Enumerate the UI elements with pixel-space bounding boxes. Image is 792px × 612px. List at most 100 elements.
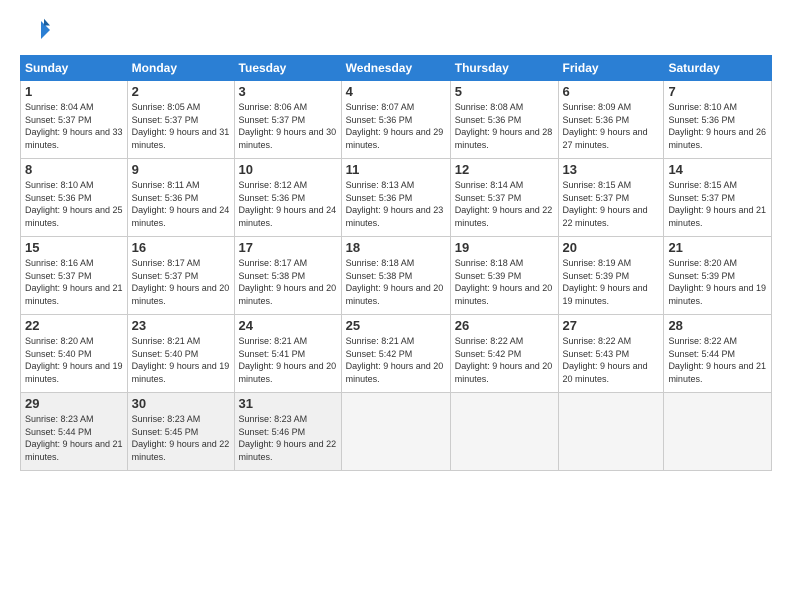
- day-cell: 13 Sunrise: 8:15 AMSunset: 5:37 PMDayligh…: [558, 159, 664, 237]
- day-info: Sunrise: 8:15 AMSunset: 5:37 PMDaylight:…: [668, 179, 767, 229]
- header-monday: Monday: [127, 56, 234, 81]
- header-sunday: Sunday: [21, 56, 128, 81]
- day-number: 11: [346, 162, 446, 177]
- day-info: Sunrise: 8:16 AMSunset: 5:37 PMDaylight:…: [25, 257, 123, 307]
- day-cell: 20 Sunrise: 8:19 AMSunset: 5:39 PMDayligh…: [558, 237, 664, 315]
- day-number: 14: [668, 162, 767, 177]
- header-wednesday: Wednesday: [341, 56, 450, 81]
- day-cell: 10 Sunrise: 8:12 AMSunset: 5:36 PMDayligh…: [234, 159, 341, 237]
- day-number: 15: [25, 240, 123, 255]
- day-info: Sunrise: 8:23 AMSunset: 5:45 PMDaylight:…: [132, 413, 230, 463]
- day-info: Sunrise: 8:09 AMSunset: 5:36 PMDaylight:…: [563, 101, 660, 151]
- day-cell: 31Sunrise: 8:23 AMSunset: 5:46 PMDayligh…: [234, 393, 341, 471]
- day-number: 22: [25, 318, 123, 333]
- day-number: 6: [563, 84, 660, 99]
- day-cell: 16 Sunrise: 8:17 AMSunset: 5:37 PMDayligh…: [127, 237, 234, 315]
- day-number: 7: [668, 84, 767, 99]
- day-number: 12: [455, 162, 554, 177]
- day-cell: [558, 393, 664, 471]
- day-number: 9: [132, 162, 230, 177]
- day-info: Sunrise: 8:10 AMSunset: 5:36 PMDaylight:…: [668, 101, 767, 151]
- day-info: Sunrise: 8:05 AMSunset: 5:37 PMDaylight:…: [132, 101, 230, 151]
- day-number: 8: [25, 162, 123, 177]
- day-number: 26: [455, 318, 554, 333]
- day-cell: 19 Sunrise: 8:18 AMSunset: 5:39 PMDayligh…: [450, 237, 558, 315]
- day-number: 20: [563, 240, 660, 255]
- day-number: 10: [239, 162, 337, 177]
- logo: [20, 15, 54, 45]
- day-info: Sunrise: 8:22 AMSunset: 5:44 PMDaylight:…: [668, 335, 767, 385]
- day-info: Sunrise: 8:20 AMSunset: 5:40 PMDaylight:…: [25, 335, 123, 385]
- day-number: 30: [132, 396, 230, 411]
- day-cell: 29 Sunrise: 8:23 AMSunset: 5:44 PMDayligh…: [21, 393, 128, 471]
- day-cell: 25Sunrise: 8:21 AMSunset: 5:42 PMDayligh…: [341, 315, 450, 393]
- day-info: Sunrise: 8:20 AMSunset: 5:39 PMDaylight:…: [668, 257, 767, 307]
- day-number: 17: [239, 240, 337, 255]
- day-cell: 27Sunrise: 8:22 AMSunset: 5:43 PMDayligh…: [558, 315, 664, 393]
- day-cell: [664, 393, 772, 471]
- week-row-2: 8 Sunrise: 8:10 AMSunset: 5:36 PMDaylight…: [21, 159, 772, 237]
- day-cell: 17 Sunrise: 8:17 AMSunset: 5:38 PMDayligh…: [234, 237, 341, 315]
- day-info: Sunrise: 8:06 AMSunset: 5:37 PMDaylight:…: [239, 101, 337, 151]
- day-number: 2: [132, 84, 230, 99]
- day-cell: 3 Sunrise: 8:06 AMSunset: 5:37 PMDaylight…: [234, 81, 341, 159]
- day-info: Sunrise: 8:21 AMSunset: 5:40 PMDaylight:…: [132, 335, 230, 385]
- day-info: Sunrise: 8:13 AMSunset: 5:36 PMDaylight:…: [346, 179, 446, 229]
- day-cell: 28 Sunrise: 8:22 AMSunset: 5:44 PMDayligh…: [664, 315, 772, 393]
- day-number: 27: [563, 318, 660, 333]
- day-info: Sunrise: 8:18 AMSunset: 5:38 PMDaylight:…: [346, 257, 446, 307]
- day-info: Sunrise: 8:17 AMSunset: 5:38 PMDaylight:…: [239, 257, 337, 307]
- header-friday: Friday: [558, 56, 664, 81]
- day-info: Sunrise: 8:23 AMSunset: 5:46 PMDaylight:…: [239, 413, 337, 463]
- day-number: 23: [132, 318, 230, 333]
- header-thursday: Thursday: [450, 56, 558, 81]
- header-tuesday: Tuesday: [234, 56, 341, 81]
- day-cell: 4 Sunrise: 8:07 AMSunset: 5:36 PMDaylight…: [341, 81, 450, 159]
- day-number: 16: [132, 240, 230, 255]
- day-cell: 24 Sunrise: 8:21 AMSunset: 5:41 PMDayligh…: [234, 315, 341, 393]
- day-cell: 2 Sunrise: 8:05 AMSunset: 5:37 PMDaylight…: [127, 81, 234, 159]
- day-number: 3: [239, 84, 337, 99]
- day-cell: 18Sunrise: 8:18 AMSunset: 5:38 PMDayligh…: [341, 237, 450, 315]
- week-row-3: 15 Sunrise: 8:16 AMSunset: 5:37 PMDayligh…: [21, 237, 772, 315]
- day-info: Sunrise: 8:11 AMSunset: 5:36 PMDaylight:…: [132, 179, 230, 229]
- day-info: Sunrise: 8:12 AMSunset: 5:36 PMDaylight:…: [239, 179, 337, 229]
- calendar-header-row: SundayMondayTuesdayWednesdayThursdayFrid…: [21, 56, 772, 81]
- day-cell: 30 Sunrise: 8:23 AMSunset: 5:45 PMDayligh…: [127, 393, 234, 471]
- day-number: 5: [455, 84, 554, 99]
- day-cell: 22 Sunrise: 8:20 AMSunset: 5:40 PMDayligh…: [21, 315, 128, 393]
- day-cell: 12Sunrise: 8:14 AMSunset: 5:37 PMDayligh…: [450, 159, 558, 237]
- day-number: 29: [25, 396, 123, 411]
- day-number: 13: [563, 162, 660, 177]
- day-number: 28: [668, 318, 767, 333]
- day-info: Sunrise: 8:17 AMSunset: 5:37 PMDaylight:…: [132, 257, 230, 307]
- day-info: Sunrise: 8:10 AMSunset: 5:36 PMDaylight:…: [25, 179, 123, 229]
- day-cell: 26 Sunrise: 8:22 AMSunset: 5:42 PMDayligh…: [450, 315, 558, 393]
- day-cell: 5Sunrise: 8:08 AMSunset: 5:36 PMDaylight…: [450, 81, 558, 159]
- day-cell: 1Sunrise: 8:04 AMSunset: 5:37 PMDaylight…: [21, 81, 128, 159]
- calendar-table: SundayMondayTuesdayWednesdayThursdayFrid…: [20, 55, 772, 471]
- day-info: Sunrise: 8:07 AMSunset: 5:36 PMDaylight:…: [346, 101, 446, 151]
- day-info: Sunrise: 8:21 AMSunset: 5:41 PMDaylight:…: [239, 335, 337, 385]
- day-number: 4: [346, 84, 446, 99]
- week-row-4: 22 Sunrise: 8:20 AMSunset: 5:40 PMDayligh…: [21, 315, 772, 393]
- page: SundayMondayTuesdayWednesdayThursdayFrid…: [0, 0, 792, 612]
- day-info: Sunrise: 8:15 AMSunset: 5:37 PMDaylight:…: [563, 179, 660, 229]
- day-cell: 14 Sunrise: 8:15 AMSunset: 5:37 PMDayligh…: [664, 159, 772, 237]
- day-info: Sunrise: 8:23 AMSunset: 5:44 PMDaylight:…: [25, 413, 123, 463]
- day-cell: 15 Sunrise: 8:16 AMSunset: 5:37 PMDayligh…: [21, 237, 128, 315]
- day-info: Sunrise: 8:19 AMSunset: 5:39 PMDaylight:…: [563, 257, 660, 307]
- header-saturday: Saturday: [664, 56, 772, 81]
- day-info: Sunrise: 8:18 AMSunset: 5:39 PMDaylight:…: [455, 257, 554, 307]
- day-cell: 6 Sunrise: 8:09 AMSunset: 5:36 PMDaylight…: [558, 81, 664, 159]
- day-cell: 21Sunrise: 8:20 AMSunset: 5:39 PMDayligh…: [664, 237, 772, 315]
- day-number: 24: [239, 318, 337, 333]
- day-info: Sunrise: 8:04 AMSunset: 5:37 PMDaylight:…: [25, 101, 123, 151]
- day-cell: 11 Sunrise: 8:13 AMSunset: 5:36 PMDayligh…: [341, 159, 450, 237]
- day-cell: 9 Sunrise: 8:11 AMSunset: 5:36 PMDaylight…: [127, 159, 234, 237]
- day-cell: 23 Sunrise: 8:21 AMSunset: 5:40 PMDayligh…: [127, 315, 234, 393]
- day-number: 19: [455, 240, 554, 255]
- day-info: Sunrise: 8:22 AMSunset: 5:42 PMDaylight:…: [455, 335, 554, 385]
- logo-icon: [20, 15, 50, 45]
- header: [20, 15, 772, 45]
